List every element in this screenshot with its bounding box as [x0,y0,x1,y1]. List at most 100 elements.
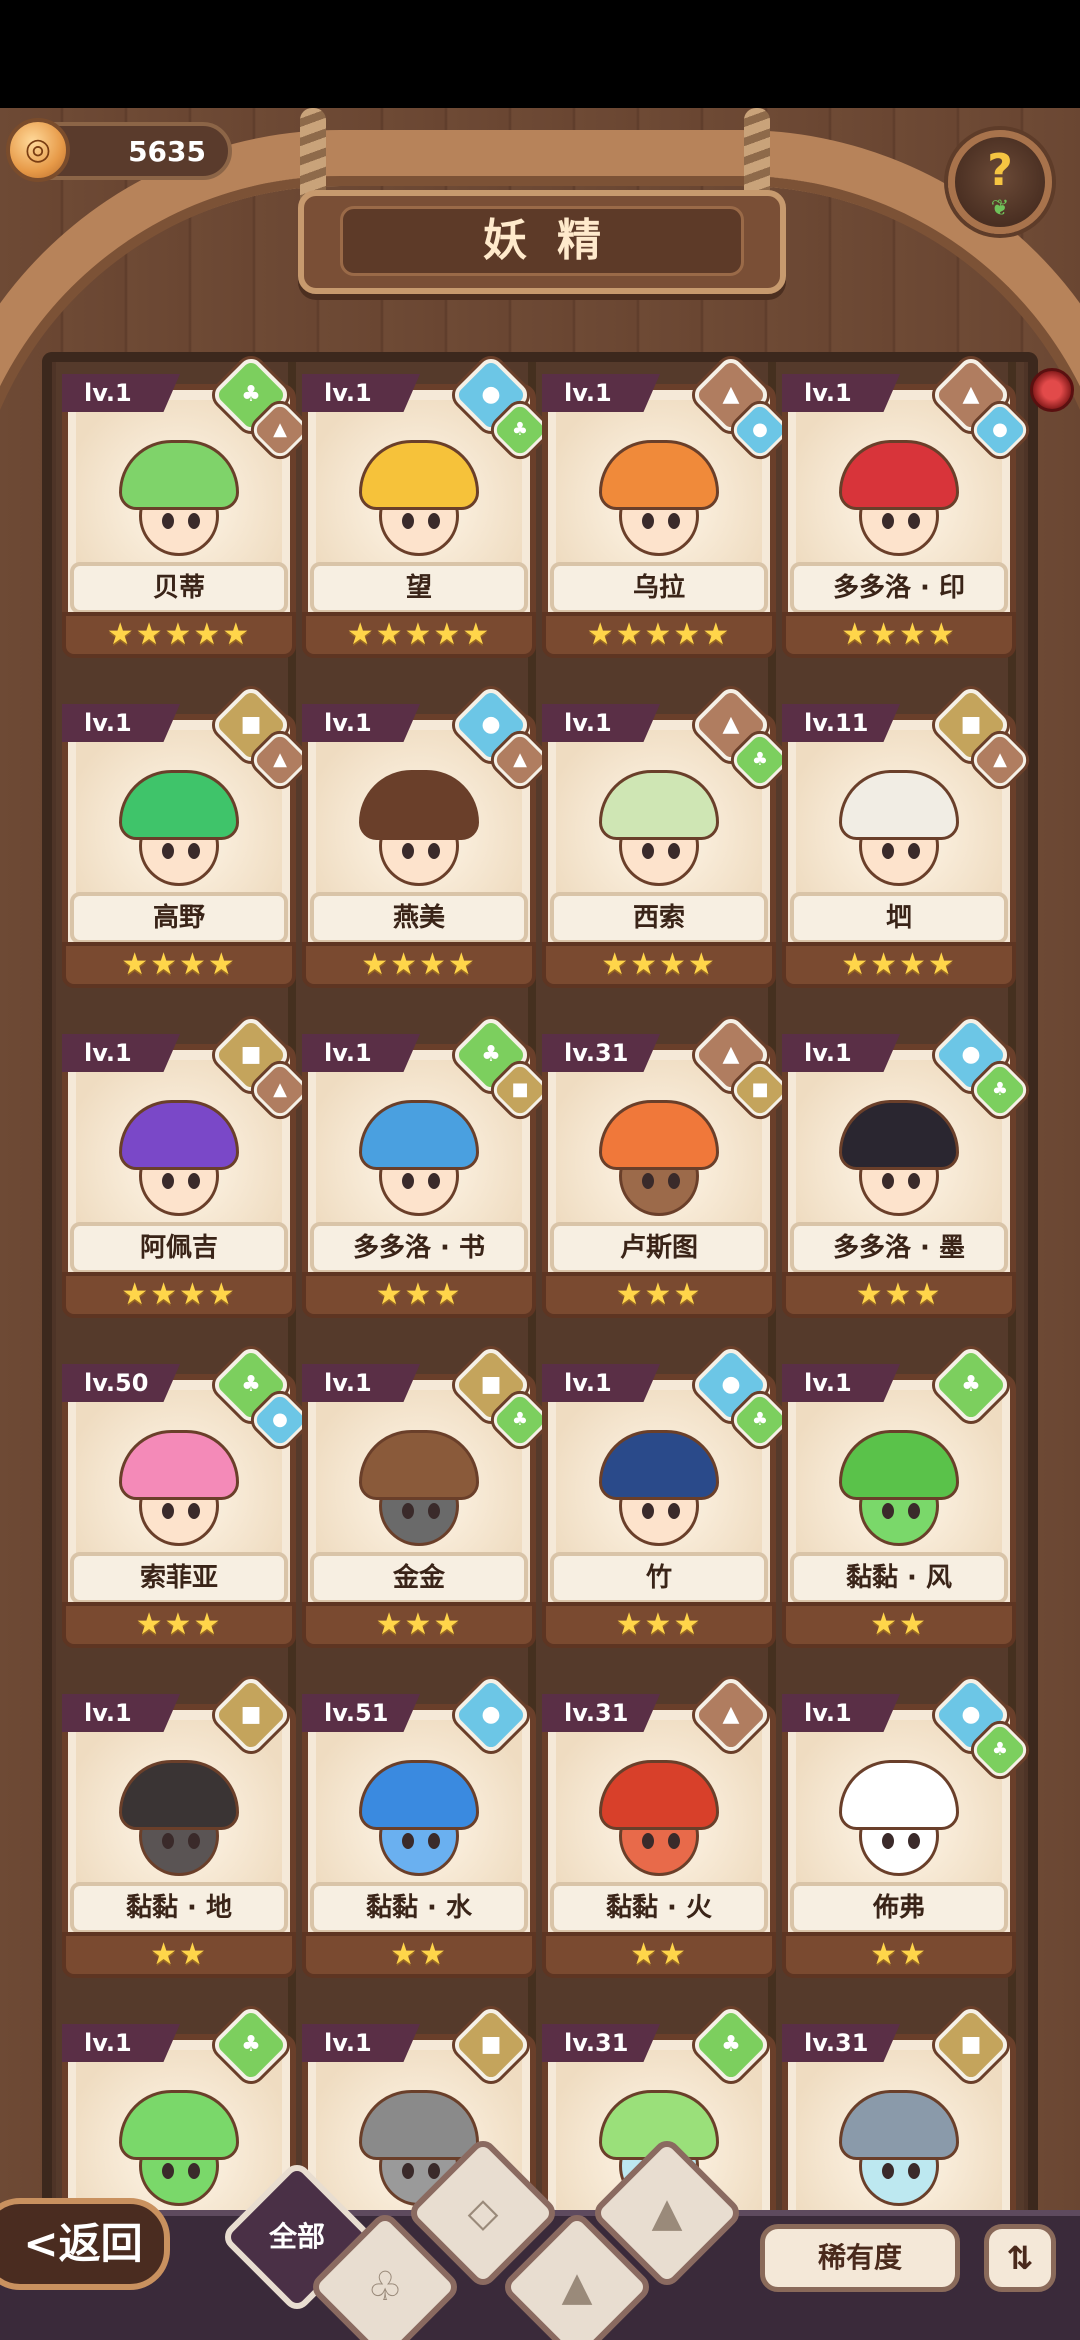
level-tag: lv.31 [542,1694,660,1732]
fairy-portrait [589,1426,729,1566]
fairy-portrait [109,436,249,576]
fairy-card[interactable]: lv.1 ▲ ● 乌拉 ★★★★★ [542,353,792,666]
fairy-card[interactable]: lv.31 ▲ 黏黏 · 火 ★★ [542,1673,776,1986]
fairy-portrait [829,2086,969,2226]
star-rating: ★★ [782,1602,1016,1648]
fairy-name: 多多洛 · 书 [310,1222,528,1274]
portrait-hair [359,770,479,840]
portrait-eye [188,2163,200,2179]
grass-element-glyph: ♣ [751,1409,769,1430]
fairy-card[interactable]: lv.1 ● ♣ 竹 ★★★ [542,1343,792,1656]
fairy-portrait [589,1096,729,1236]
portrait-eye [428,843,440,859]
fairy-card[interactable]: lv.1 ● ♣ 佈弗 ★★ [782,1673,1032,1986]
fairy-name: 金金 [310,1552,528,1604]
portrait-eye [402,513,414,529]
star-rating: ★★★ [302,1272,536,1318]
fairy-name: 黏黏 · 风 [790,1552,1008,1604]
fairy-card[interactable]: lv.1 ● ♣ 望 ★★★★★ [302,353,552,666]
question-icon: ? [987,145,1013,196]
fairy-name: 佈弗 [790,1882,1008,1934]
scroll-indicator[interactable] [1030,368,1074,412]
level-tag: lv.1 [542,374,660,412]
fairy-portrait [109,1426,249,1566]
fairy-portrait [829,1756,969,1896]
portrait-eye [642,843,654,859]
droplet-icon: ◇ [467,2190,499,2236]
coin-value: 5635 [128,135,206,168]
peak-icon: ▲ [651,2190,683,2236]
star-rating: ★★★ [782,1272,1016,1318]
star-rating: ★★ [542,1932,776,1978]
fairy-card[interactable]: lv.50 ♣ ● 索菲亚 ★★★ [62,1343,312,1656]
level-tag: lv.1 [302,1364,420,1402]
fairy-card[interactable]: lv.1 ● ♣ 多多洛 · 墨 ★★★ [782,1013,1032,1326]
grass-element-glyph: ♣ [751,749,769,770]
water-element-glyph: ● [992,419,1008,440]
level-tag: lv.1 [782,1034,900,1072]
star-rating: ★★★★★ [62,612,296,658]
fairy-card[interactable]: lv.31 ▲ ■ 卢斯图 ★★★ [542,1013,792,1326]
fairy-portrait [589,766,729,906]
fairy-card[interactable]: lv.1 ■ ♣ 金金 ★★★ [302,1343,552,1656]
water-element-glyph: ● [481,1702,501,1727]
portrait-eye [882,1833,894,1849]
fairy-portrait [829,1426,969,1566]
portrait-eye [402,2163,414,2179]
portrait-eye [188,843,200,859]
help-button[interactable]: ? ❦ [948,130,1052,234]
fairy-name: 乌拉 [550,562,768,614]
sort-order-button[interactable]: ⇅ [984,2224,1056,2292]
fairy-card[interactable]: lv.1 ● ▲ 燕美 ★★★★ [302,683,552,996]
fairy-name: 贝蒂 [70,562,288,614]
fairy-card[interactable]: lv.1 ♣ ■ 多多洛 · 书 ★★★ [302,1013,552,1326]
level-tag: lv.50 [62,1364,180,1402]
fairy-card[interactable]: lv.1 ■ 黏黏 · 地 ★★ [62,1673,296,1986]
star-rating: ★★★★★ [302,612,536,658]
portrait-eye [402,843,414,859]
fairy-portrait [109,1096,249,1236]
fairy-card[interactable]: lv.1 ♣ 黏黏 · 风 ★★ [782,1343,1016,1656]
sprout-icon: ♧ [367,2264,403,2310]
portrait-hair [839,1430,959,1500]
portrait-eye [162,843,174,859]
portrait-eye [882,1503,894,1519]
portrait-hair [839,1100,959,1170]
portrait-eye [188,1503,200,1519]
rock-element-glyph: ▲ [273,749,287,770]
level-tag: lv.31 [782,2024,900,2062]
portrait-eye [668,513,680,529]
portrait-hair [599,1760,719,1830]
portrait-eye [162,2163,174,2179]
sprout-icon: ❦ [990,196,1010,221]
fairy-card[interactable]: lv.11 ■ ▲ 垇 ★★★★ [782,683,1032,996]
fairy-name: 多多洛 · 印 [790,562,1008,614]
portrait-hair [839,2090,959,2160]
portrait-eye [668,843,680,859]
portrait-eye [642,1173,654,1189]
fairy-card[interactable]: lv.51 ● 黏黏 · 水 ★★ [302,1673,536,1986]
rarity-sort-button[interactable]: 稀有度 [760,2224,960,2292]
portrait-eye [882,2163,894,2179]
back-button[interactable]: <返回 [0,2198,170,2290]
status-bar [0,0,1080,108]
portrait-eye [162,1833,174,1849]
portrait-eye [162,1503,174,1519]
star-rating: ★★★★ [542,942,776,988]
fairy-name: 高野 [70,892,288,944]
level-tag: lv.51 [302,1694,420,1732]
fairy-collection-screen: ◎ 5635 ? ❦ 妖精 lv.1 ♣ ▲ 贝蒂 ★★★★★ lv.1 ● ♣ 望 ★★★★★ l… [0,0,1080,2340]
fairy-card[interactable]: lv.1 ■ ▲ 阿佩吉 ★★★★ [62,1013,312,1326]
star-rating: ★★★ [542,1272,776,1318]
portrait-eye [428,513,440,529]
portrait-eye [428,1503,440,1519]
fairy-card[interactable]: lv.1 ▲ ♣ 西索 ★★★★ [542,683,792,996]
fairy-card[interactable]: lv.1 ■ ▲ 高野 ★★★★ [62,683,312,996]
level-tag: lv.1 [302,374,420,412]
level-tag: lv.1 [62,374,180,412]
portrait-eye [642,513,654,529]
fairy-card[interactable]: lv.1 ♣ ▲ 贝蒂 ★★★★★ [62,353,312,666]
fairy-card[interactable]: lv.1 ▲ ● 多多洛 · 印 ★★★★ [782,353,1032,666]
portrait-hair [599,1100,719,1170]
level-tag: lv.1 [302,2024,420,2062]
